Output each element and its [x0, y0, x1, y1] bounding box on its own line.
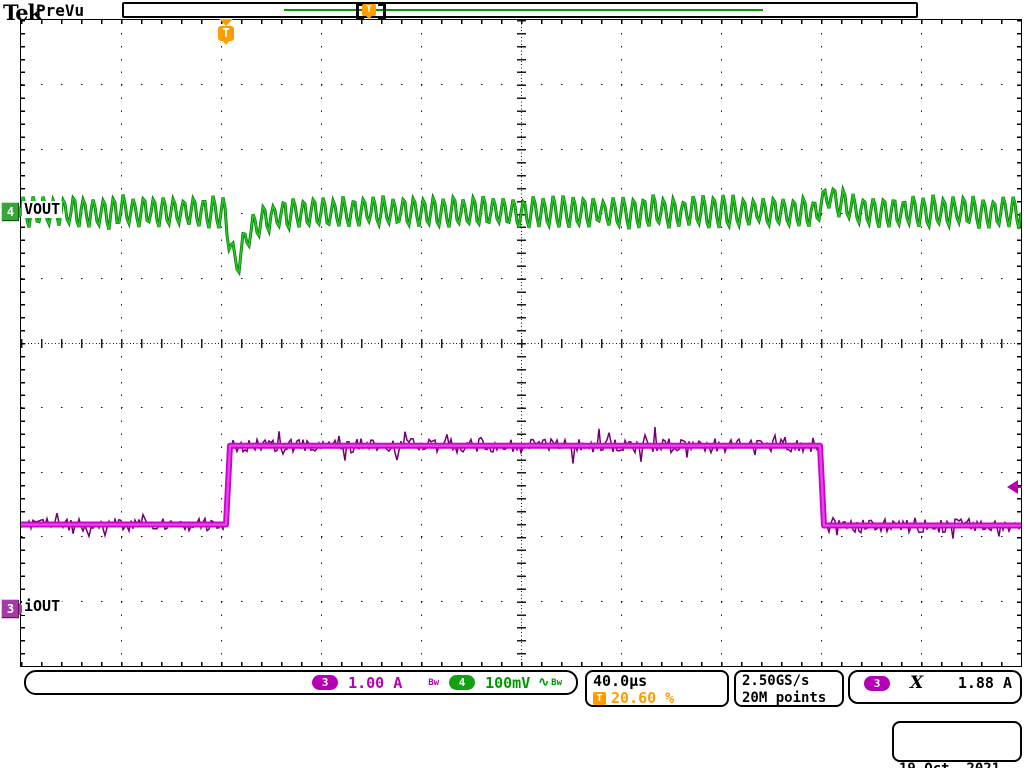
record-length-readout: 20M points	[742, 690, 836, 707]
ch4-badge: 4	[449, 675, 475, 690]
waveform-canvas	[21, 20, 1021, 666]
trigger-position-triangle-icon	[219, 19, 233, 26]
trigger-level-readout: 1.88 A	[958, 675, 1012, 691]
ch3-scale-readout: 1.00 A	[348, 674, 402, 692]
ch4-scale-readout: 100mV	[485, 674, 530, 692]
trigger-position-shield-icon: T	[218, 26, 234, 41]
channel-4-position-marker: 4	[1, 202, 19, 222]
iout-trace-label: iOUT	[22, 598, 62, 615]
trigger-position-shield-point	[222, 40, 230, 45]
trigger-position-flag-icon: T	[362, 4, 376, 16]
channel-4-number: 4	[7, 205, 14, 219]
trigger-flag-letter: T	[366, 4, 372, 15]
channel-3-number: 3	[7, 602, 14, 616]
trigger-slope-icon: X	[910, 675, 923, 691]
oscilloscope-screen: Tek PreVu T T 4 VOUT 3 iOUT 3 1.00 A Bw	[0, 0, 1024, 768]
ch3-badge: 3	[312, 675, 338, 690]
timebase-readout-box: 40.0µs T 20.60 %	[585, 670, 729, 707]
trigger-icon: T	[593, 692, 606, 705]
trigger-position-readout: T 20.60 %	[593, 690, 721, 706]
trigger-level-arrow-icon	[1007, 480, 1018, 494]
datetime-box: 19 Oct 2021 16:08:41	[892, 721, 1022, 762]
view-window-bracket-right	[378, 4, 386, 20]
ch4-bandwidth-icon: Bw	[551, 678, 562, 688]
acquisition-status: PreVu	[36, 1, 84, 20]
timebase-scale-readout: 40.0µs	[593, 673, 721, 690]
channel-3-position-marker: 3	[1, 599, 19, 619]
sample-rate-readout: 2.50GS/s	[742, 673, 836, 690]
acquisition-preview-bar: T	[122, 2, 918, 18]
acquisition-readout-box: 2.50GS/s 20M points	[734, 670, 844, 707]
trigger-readout-box: 3 X 1.88 A	[848, 670, 1022, 704]
ch3-bandwidth-icon: Bw	[428, 678, 439, 688]
ch4-ac-coupling-icon: ∿	[538, 675, 549, 690]
trigger-level-arrow-tail	[1017, 486, 1022, 488]
trigger-position-percent: 20.60 %	[611, 690, 674, 706]
trigger-position-letter: T	[222, 26, 229, 40]
trigger-source-badge: 3	[864, 676, 890, 691]
date-readout: 19 Oct 2021	[899, 760, 1015, 768]
vout-trace-label: VOUT	[22, 201, 62, 218]
channel-readouts-bar: 3 1.00 A Bw 4 100mV ∿ Bw	[24, 670, 578, 695]
graticule	[20, 19, 1022, 667]
trigger-position-marker: T	[218, 19, 234, 47]
